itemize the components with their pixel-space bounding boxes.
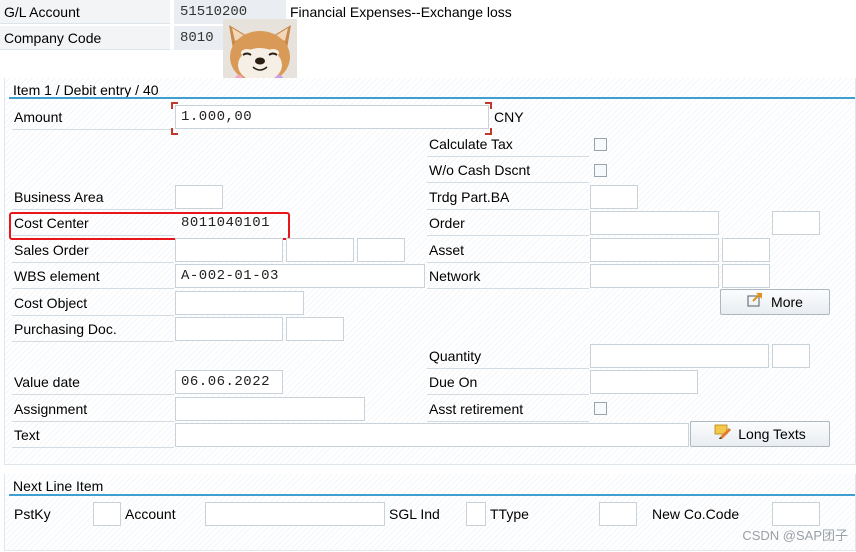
wo-cash-dscnt-label: W/o Cash Dscnt xyxy=(427,158,589,183)
cost-object-input[interactable] xyxy=(175,291,304,315)
value-date-label: Value date xyxy=(12,370,174,395)
ttype-input[interactable] xyxy=(599,502,637,526)
quantity-unit-input[interactable] xyxy=(772,344,810,368)
wo-cash-dscnt-checkbox[interactable] xyxy=(594,164,607,177)
network-label: Network xyxy=(427,264,589,289)
business-area-label: Business Area xyxy=(12,185,174,210)
next-line-section-title: Next Line Item xyxy=(13,478,104,494)
currency-label: CNY xyxy=(494,109,524,125)
calculate-tax-checkbox[interactable] xyxy=(594,138,607,151)
order-extra-input[interactable] xyxy=(772,211,820,235)
order-input[interactable] xyxy=(590,211,719,235)
focus-corner-bl xyxy=(171,128,178,135)
ttype-label: TType xyxy=(490,506,529,522)
cost-center-highlight xyxy=(9,212,290,240)
more-button[interactable]: More xyxy=(720,289,830,315)
pencil-note-icon xyxy=(714,422,732,446)
more-button-label: More xyxy=(771,294,803,310)
asst-retirement-checkbox[interactable] xyxy=(594,402,607,415)
business-area-input[interactable] xyxy=(175,185,223,209)
new-co-code-label: New Co.Code xyxy=(652,506,740,522)
trdg-part-ba-input[interactable] xyxy=(590,185,638,209)
gl-account-description: Financial Expenses--Exchange loss xyxy=(290,4,512,20)
value-date-input[interactable]: 06.06.2022 xyxy=(175,370,283,394)
trdg-part-ba-label: Trdg Part.BA xyxy=(427,185,589,210)
sales-order-input[interactable] xyxy=(175,238,283,262)
long-texts-button[interactable]: Long Texts xyxy=(690,421,830,447)
arrow-out-icon xyxy=(747,290,765,314)
new-co-code-input[interactable] xyxy=(772,502,820,526)
pstky-input[interactable] xyxy=(93,502,121,526)
gl-account-label: G/L Account xyxy=(0,0,170,24)
order-label: Order xyxy=(427,211,589,236)
account-input[interactable] xyxy=(205,502,385,526)
purchasing-doc-item-input[interactable] xyxy=(286,317,344,341)
assignment-input[interactable] xyxy=(175,397,365,421)
calculate-tax-label: Calculate Tax xyxy=(427,132,589,157)
long-texts-button-label: Long Texts xyxy=(738,426,806,442)
company-code-label: Company Code xyxy=(0,26,170,50)
asset-input[interactable] xyxy=(590,238,719,262)
due-on-input[interactable] xyxy=(590,370,698,394)
asset-subnumber-input[interactable] xyxy=(722,238,770,262)
focus-corner-tl xyxy=(171,102,178,109)
quantity-input[interactable] xyxy=(590,344,769,368)
wbs-element-label: WBS element xyxy=(12,264,174,289)
asst-retirement-label: Asst retirement xyxy=(427,397,589,422)
next-line-section-rule xyxy=(9,494,855,496)
sales-order-item-input[interactable] xyxy=(286,238,354,262)
assignment-label: Assignment xyxy=(12,397,174,422)
company-code-value: 8010 xyxy=(174,26,226,50)
text-input[interactable] xyxy=(175,423,689,447)
sgl-ind-label: SGL Ind xyxy=(389,506,440,522)
account-label: Account xyxy=(125,506,176,522)
network-activity-input[interactable] xyxy=(722,264,770,288)
cost-object-label: Cost Object xyxy=(12,291,174,316)
sales-order-label: Sales Order xyxy=(12,238,174,263)
due-on-label: Due On xyxy=(427,370,589,395)
amount-input[interactable]: 1.000,00 xyxy=(175,105,489,129)
sales-order-schedule-input[interactable] xyxy=(357,238,405,262)
text-label: Text xyxy=(12,423,174,448)
quantity-label: Quantity xyxy=(427,344,589,369)
purchasing-doc-input[interactable] xyxy=(175,317,283,341)
watermark: CSDN @SAP团子 xyxy=(742,528,848,543)
sgl-ind-input[interactable] xyxy=(466,502,486,526)
amount-label: Amount xyxy=(12,105,174,130)
item-section-rule xyxy=(9,97,855,99)
network-input[interactable] xyxy=(590,264,719,288)
pstky-label: PstKy xyxy=(14,506,51,522)
focus-corner-tr xyxy=(485,102,492,109)
wbs-element-input[interactable]: A-002-01-03 xyxy=(175,264,425,288)
purchasing-doc-label: Purchasing Doc. xyxy=(12,317,174,342)
asset-label: Asset xyxy=(427,238,589,263)
